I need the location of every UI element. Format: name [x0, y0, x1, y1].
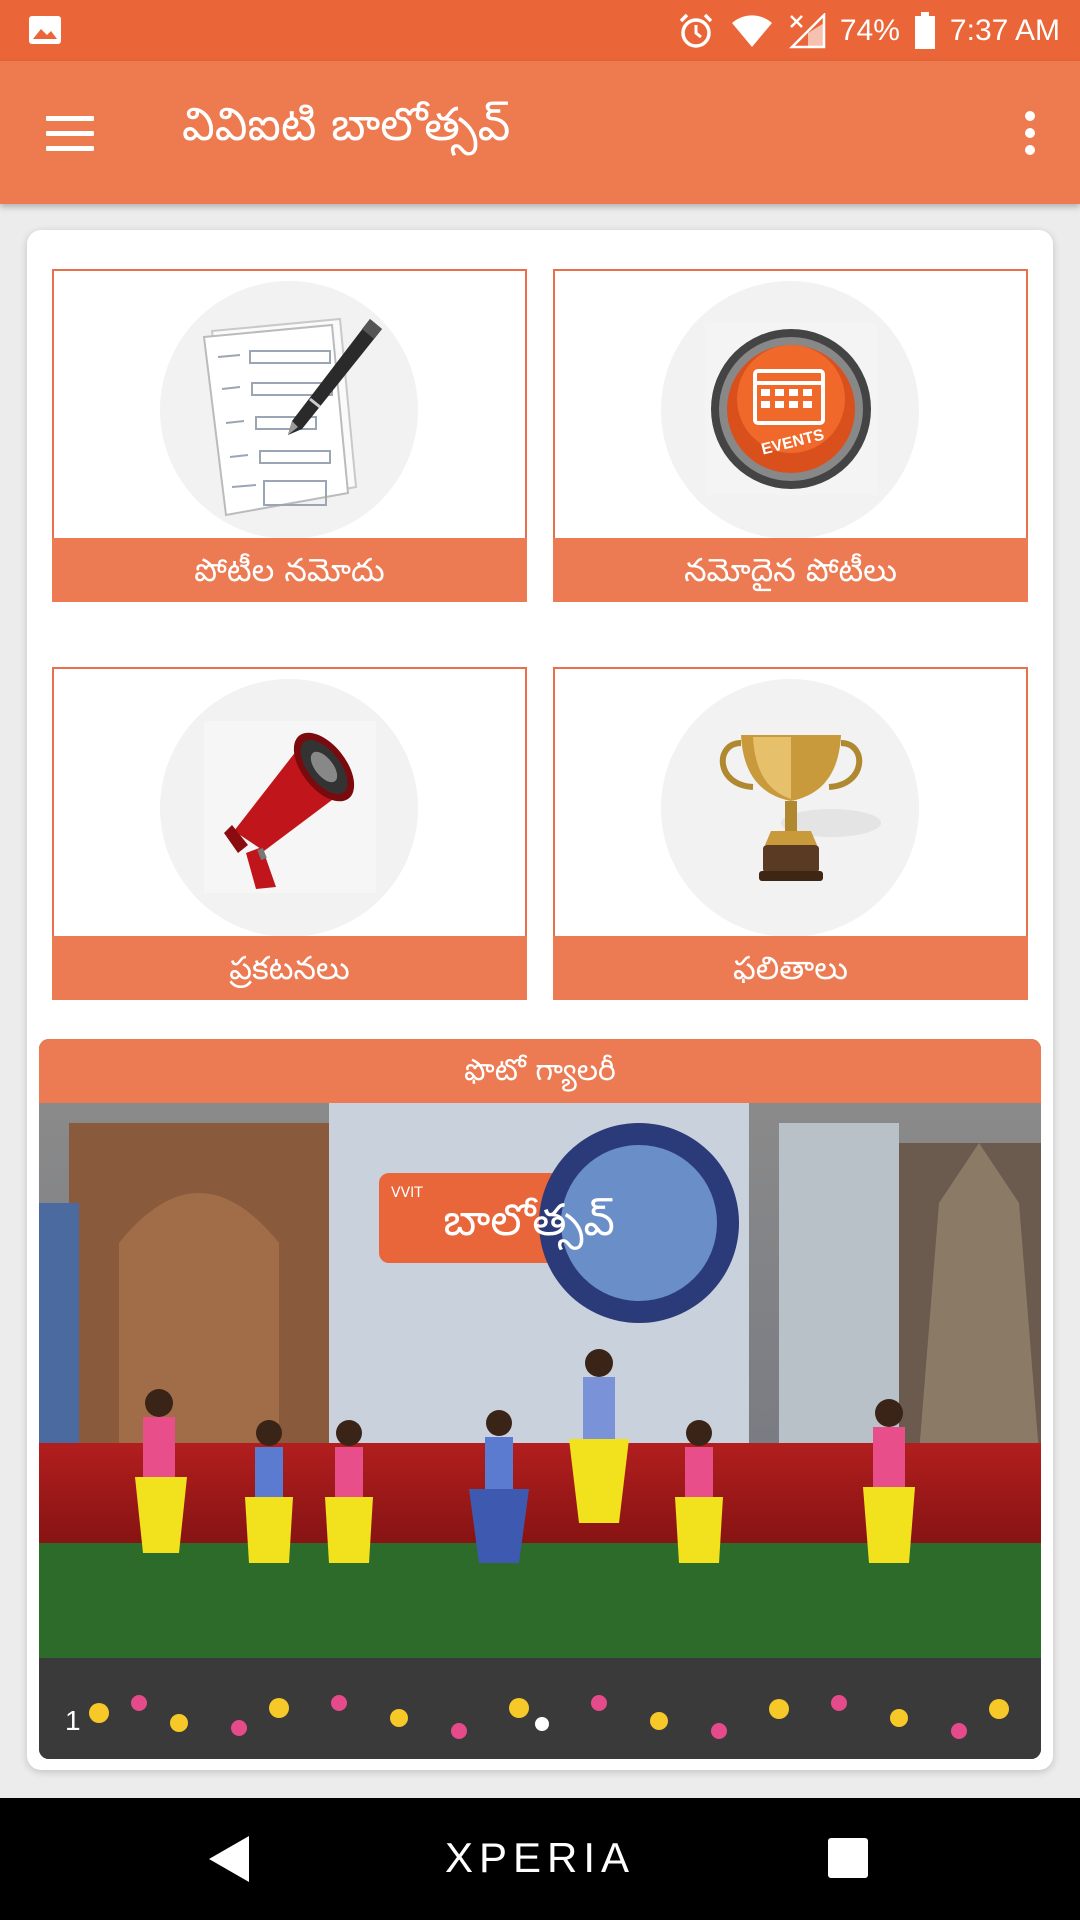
tile-registered-events[interactable]: EVENTS నమోదైన పోటీలు [553, 269, 1028, 602]
image-icon [29, 16, 61, 44]
gallery-photo[interactable]: VVIT బాలోత్సవ్ [39, 1103, 1041, 1759]
tile-label: ప్రకటనలు [52, 936, 527, 1000]
tile-label: నమోదైన పోటీలు [553, 538, 1028, 602]
registration-form-icon [202, 317, 382, 517]
photo-gallery[interactable]: ఫొటో గ్యాలరీ VVIT బాలోత్సవ్ 1 [39, 1039, 1041, 1759]
events-calendar-icon: EVENTS [705, 323, 877, 495]
more-vert-icon[interactable] [1006, 105, 1054, 161]
nav-brand: XPERIA [444, 1834, 636, 1881]
wifi-icon [731, 14, 772, 47]
recent-apps-icon[interactable] [828, 1838, 868, 1878]
gallery-title: ఫొటో గ్యాలరీ [39, 1039, 1041, 1103]
hamburger-menu-icon[interactable] [30, 101, 110, 165]
alarm-icon [679, 13, 713, 48]
system-nav-bar: XPERIA [0, 1798, 1080, 1920]
signal-icon [788, 12, 826, 48]
trophy-icon [719, 735, 881, 881]
tile-registration[interactable]: పోటీల నమోదు [52, 269, 527, 602]
clock: 7:37 AM [949, 13, 1060, 47]
banner-title: బాలోత్సవ్ [443, 1195, 615, 1246]
app-bar: వివిఐటి బాలోత్సవ్ [0, 61, 1080, 204]
megaphone-icon [204, 721, 376, 893]
tile-label: ఫలితాలు [553, 936, 1028, 1000]
app-title: వివిఐటి బాలోత్సవ్ [182, 97, 511, 151]
slide-indicator-dot[interactable] [535, 1717, 549, 1731]
battery-icon [914, 11, 935, 49]
slide-counter: 1 [65, 1705, 81, 1736]
status-bar: 74% 7:37 AM [0, 0, 1080, 61]
tile-label: పోటీల నమోదు [52, 538, 527, 602]
battery-percent: 74% [839, 13, 900, 47]
tile-results[interactable]: ఫలితాలు [553, 667, 1028, 1000]
tile-announcements[interactable]: ప్రకటనలు [52, 667, 527, 1000]
